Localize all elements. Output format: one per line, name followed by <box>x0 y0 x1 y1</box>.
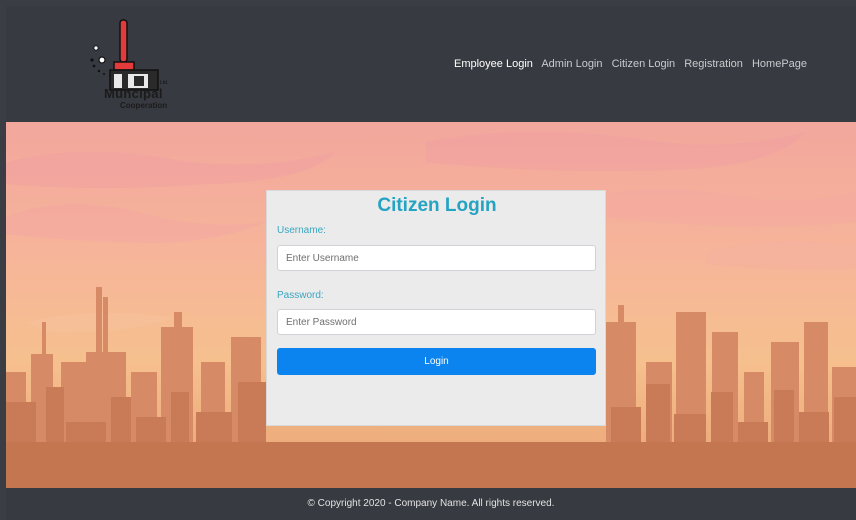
logo-text: Muncipal <box>104 86 163 101</box>
copyright-text: © Copyright 2020 - Company Name. All rig… <box>307 498 555 509</box>
username-input[interactable] <box>277 245 596 271</box>
site-header: Ltd. Muncipal Cooperation Employee Login… <box>6 6 856 122</box>
nav-homepage[interactable]: HomePage <box>752 58 807 70</box>
site-footer: © Copyright 2020 - Company Name. All rig… <box>6 488 856 520</box>
nav-admin-login[interactable]: Admin Login <box>541 58 602 70</box>
logo-subtext: Cooperation <box>120 101 168 110</box>
nav-citizen-login[interactable]: Citizen Login <box>612 58 676 70</box>
hero-background: Citizen Login Username: Password: Login <box>6 122 856 488</box>
main-nav: Employee Login Admin Login Citizen Login… <box>454 58 813 70</box>
citizen-login-card: Citizen Login Username: Password: Login <box>266 190 606 426</box>
login-title: Citizen Login <box>377 195 497 216</box>
municipal-logo[interactable]: Ltd. Muncipal Cooperation <box>84 16 194 116</box>
password-input[interactable] <box>277 309 596 335</box>
username-label: Username: <box>277 225 326 236</box>
password-label: Password: <box>277 290 324 301</box>
login-button[interactable]: Login <box>277 348 596 375</box>
page-frame: Ltd. Muncipal Cooperation Employee Login… <box>6 6 856 520</box>
nav-registration[interactable]: Registration <box>684 58 743 70</box>
nav-employee-login[interactable]: Employee Login <box>454 58 533 70</box>
